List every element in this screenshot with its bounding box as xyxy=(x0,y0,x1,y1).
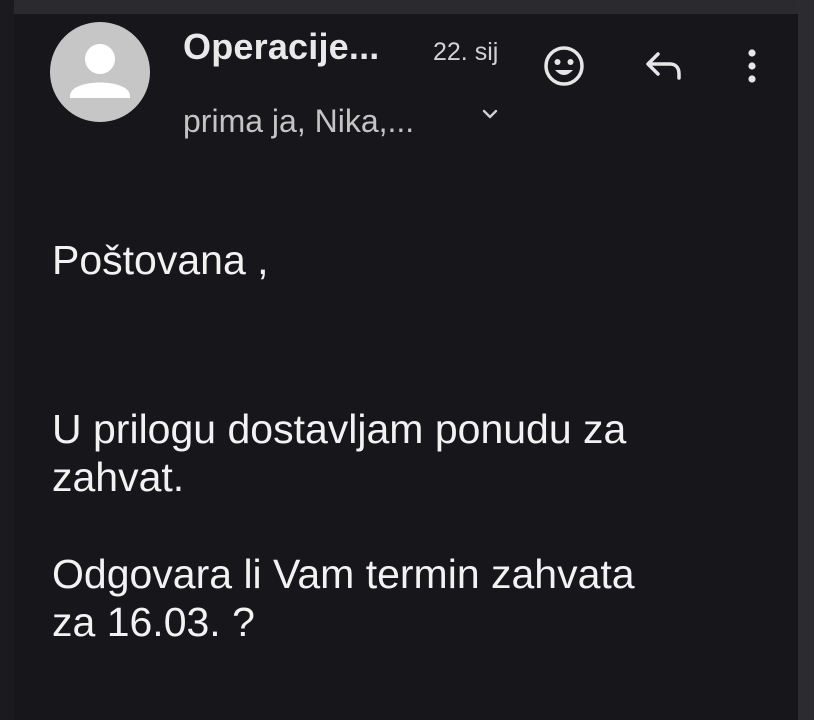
paragraph-question-line-2: za 16.03. ? xyxy=(52,599,255,645)
right-edge xyxy=(798,0,814,720)
reply-icon xyxy=(646,52,681,80)
chevron-down-icon[interactable] xyxy=(480,104,500,124)
paragraph-offer-line-2: zahvat. xyxy=(52,454,185,500)
email-view: Operacije... 22. sij prima ja, Nika,... … xyxy=(0,0,814,720)
more-options-button[interactable] xyxy=(730,42,774,90)
recipients-summary[interactable]: prima ja, Nika,... xyxy=(183,103,414,140)
left-edge xyxy=(0,0,14,720)
more-vertical-icon xyxy=(748,49,756,83)
emoji-reaction-icon xyxy=(544,46,584,86)
reply-button[interactable] xyxy=(640,42,688,90)
greeting-text: Poštovana , xyxy=(52,237,269,283)
email-date: 22. sij xyxy=(433,38,499,66)
status-strip xyxy=(0,0,814,14)
emoji-reaction-button[interactable] xyxy=(538,40,590,92)
sender-avatar[interactable] xyxy=(50,22,150,122)
paragraph-question: Odgovara li Vam termin zahvata za 16.03.… xyxy=(52,550,635,646)
sender-name[interactable]: Operacije... xyxy=(183,26,380,68)
paragraph-offer-line-1: U prilogu dostavljam ponudu za xyxy=(52,406,627,452)
paragraph-question-line-1: Odgovara li Vam termin zahvata xyxy=(52,551,635,597)
paragraph-offer: U prilogu dostavljam ponudu za zahvat. xyxy=(52,405,626,501)
person-icon xyxy=(70,44,130,98)
